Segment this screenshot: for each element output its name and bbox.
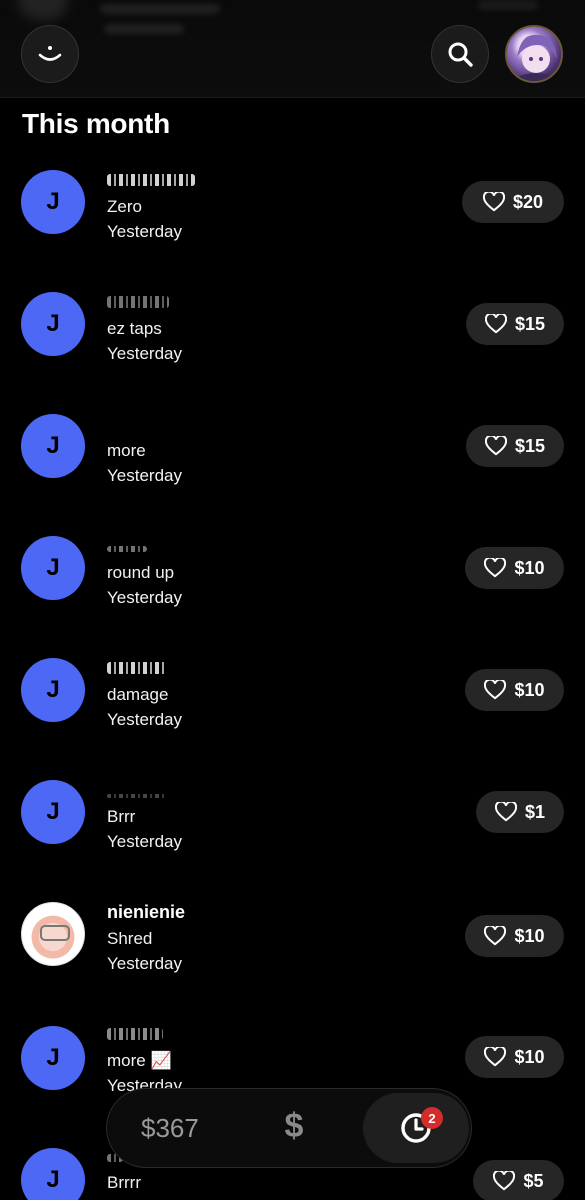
heart-icon (494, 802, 517, 822)
list-item[interactable]: J Brrr Yesterday $1 (0, 752, 585, 874)
tip-button[interactable]: $15 (466, 425, 564, 467)
blurred-text (100, 4, 220, 14)
avatar-glasses (40, 925, 70, 941)
tip-button[interactable]: $20 (462, 181, 564, 223)
list-item[interactable]: J Zero Yesterday $20 (0, 142, 585, 264)
timestamp: Yesterday (107, 588, 182, 607)
list-item[interactable]: J ez taps Yesterday $15 (0, 264, 585, 386)
tip-button[interactable]: $15 (466, 303, 564, 345)
timestamp: Yesterday (107, 222, 182, 241)
message: Zero (107, 197, 142, 216)
message: Brrr (107, 807, 136, 826)
tip-amount: $15 (514, 435, 546, 456)
tip-button[interactable]: $1 (476, 791, 564, 833)
timestamp: Yesterday (107, 344, 182, 363)
timestamp: Yesterday (107, 710, 182, 729)
dollar-tab[interactable]: $ (279, 1107, 309, 1147)
tip-button[interactable]: $10 (465, 669, 564, 711)
avatar: J (21, 414, 85, 478)
avatar: J (21, 1026, 85, 1090)
timestamp: Yesterday (107, 832, 182, 851)
list-item[interactable]: J damage Yesterday $10 (0, 630, 585, 752)
heart-icon (484, 436, 507, 456)
smiley-icon (38, 46, 62, 61)
search-button[interactable] (431, 25, 489, 83)
tip-amount: $5 (523, 1170, 544, 1191)
menu-button[interactable] (21, 25, 79, 83)
message: Shred (107, 929, 153, 948)
redacted-name (107, 296, 169, 308)
heart-icon (482, 192, 505, 212)
heart-icon (484, 314, 507, 334)
avatar: J (21, 292, 85, 356)
list-item[interactable]: nienienie Shred Yesterday $10 (0, 874, 585, 996)
avatar: J (21, 170, 85, 234)
tip-amount: $15 (514, 313, 546, 334)
blurred-text (478, 0, 538, 10)
message: ez taps (107, 319, 162, 338)
tip-amount: $20 (512, 191, 544, 212)
heart-icon (484, 680, 507, 700)
search-icon (448, 42, 473, 67)
tip-amount: $10 (514, 557, 545, 578)
list-item[interactable]: J more Yesterday $15 (0, 386, 585, 508)
heart-icon (484, 558, 507, 578)
profile-image (513, 34, 559, 81)
redacted-name (107, 662, 167, 674)
bottom-nav: $367 $ 2 (106, 1088, 472, 1168)
activity-screen: This month J Zero Yesterday $20 J ez tap… (0, 0, 585, 1200)
message: more 📈 (107, 1051, 172, 1070)
heart-icon (484, 926, 507, 946)
heart-icon (484, 1047, 507, 1067)
timestamp: Yesterday (107, 466, 182, 485)
redacted-name (107, 794, 167, 798)
notification-badge: 2 (421, 1107, 443, 1129)
tip-amount: $10 (514, 679, 545, 700)
blurred-text (104, 24, 184, 34)
balance-tab[interactable]: $367 (141, 1113, 199, 1144)
timestamp: Yesterday (107, 954, 182, 973)
message: round up (107, 563, 175, 582)
section-title: This month (22, 108, 170, 139)
tip-button[interactable]: $10 (465, 1036, 564, 1078)
redacted-name (107, 174, 195, 186)
message: more (107, 441, 146, 460)
tip-button[interactable]: $10 (465, 915, 564, 957)
profile-avatar[interactable] (505, 25, 563, 83)
tip-button[interactable]: $5 (473, 1160, 564, 1200)
redacted-name (107, 546, 147, 552)
activity-tab[interactable]: 2 (363, 1093, 469, 1163)
message: damage (107, 685, 169, 704)
tip-button[interactable]: $10 (465, 547, 564, 589)
top-bar (0, 0, 585, 98)
avatar: J (21, 536, 85, 600)
tip-amount: $1 (524, 801, 546, 822)
heart-icon (493, 1171, 516, 1191)
avatar (21, 902, 85, 966)
blurred-avatar (18, 0, 68, 20)
sender-name: nienienie (107, 902, 186, 922)
avatar: J (21, 658, 85, 722)
tip-amount: $10 (514, 1046, 545, 1067)
redacted-name (107, 1028, 163, 1040)
message: Brrrr (107, 1173, 141, 1192)
tip-amount: $10 (514, 925, 545, 946)
avatar: J (21, 1148, 85, 1200)
avatar: J (21, 780, 85, 844)
list-item[interactable]: J round up Yesterday $10 (0, 508, 585, 630)
